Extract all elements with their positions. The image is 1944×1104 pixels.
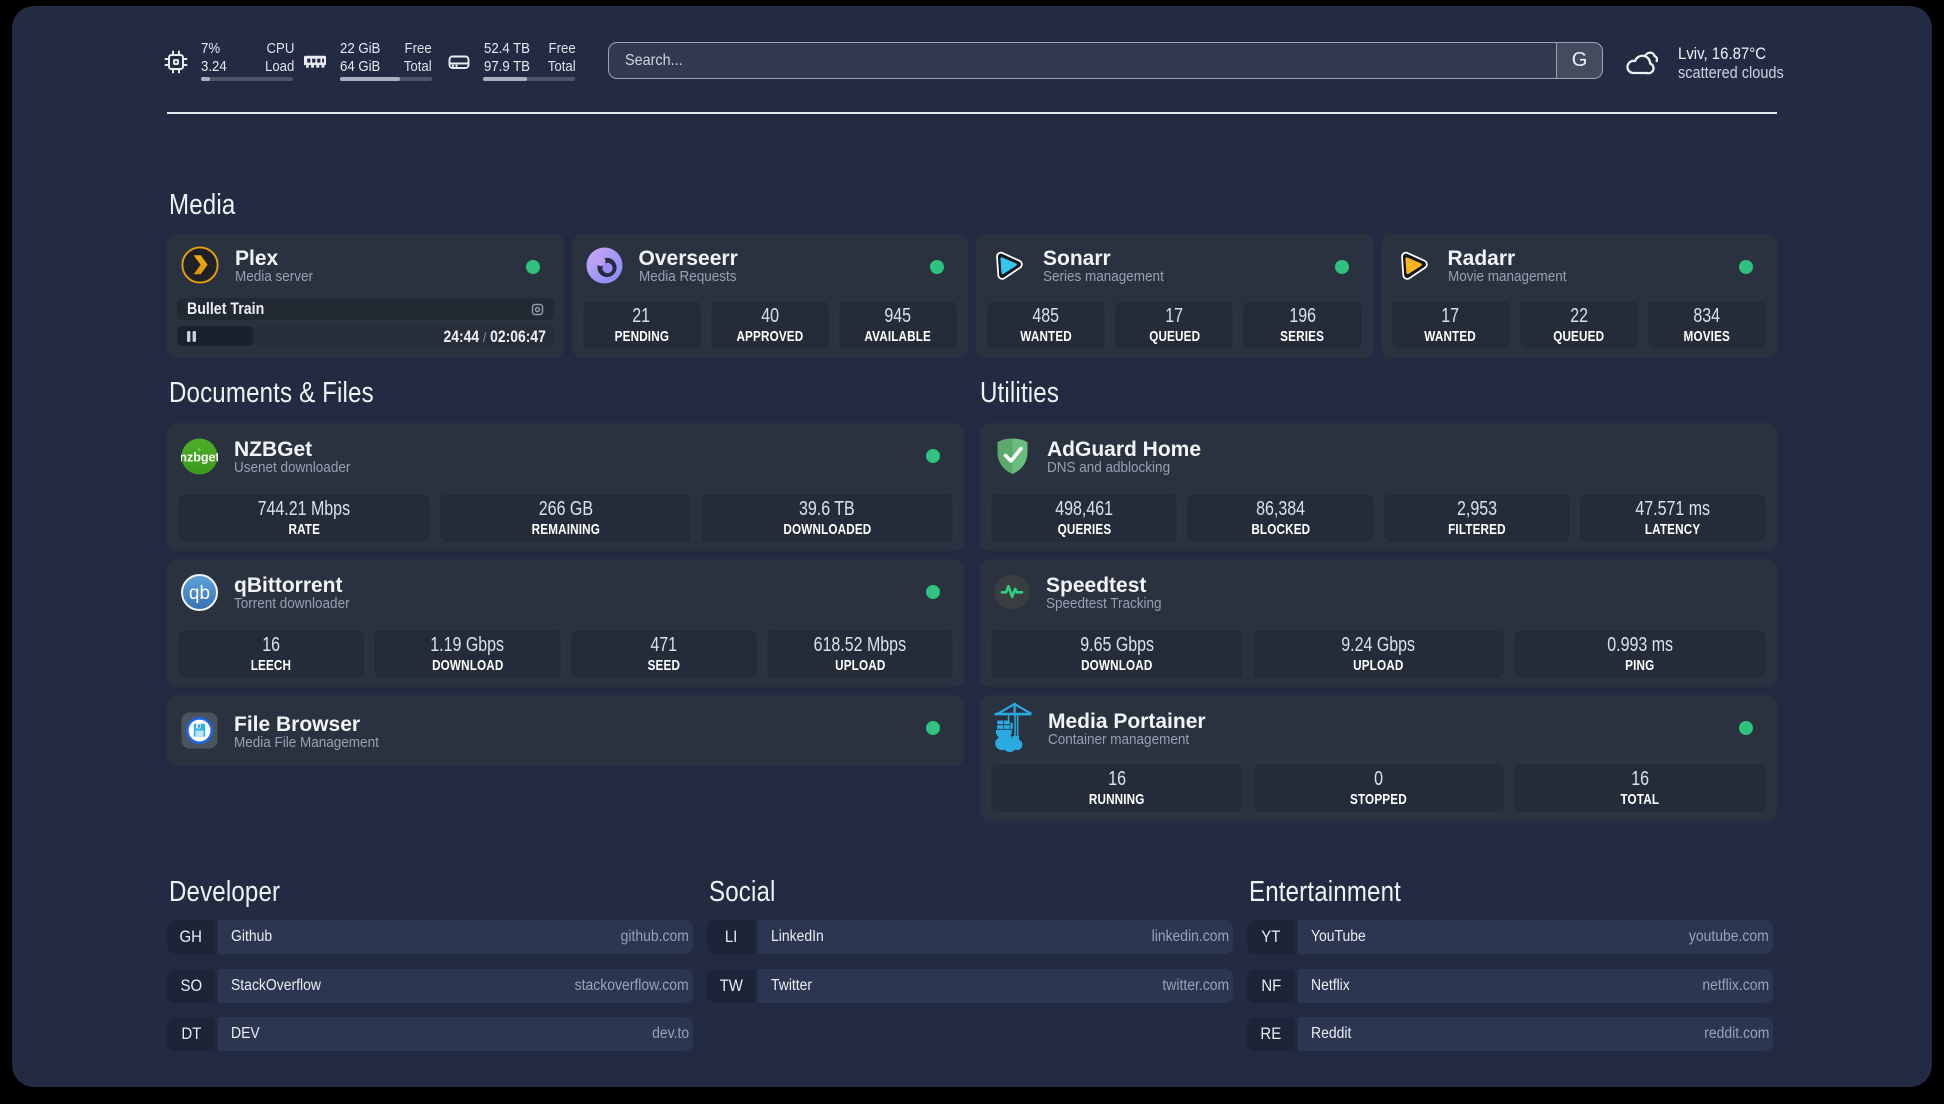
svg-text:qb: qb (189, 583, 210, 604)
svg-text:nzbget: nzbget (181, 450, 218, 464)
